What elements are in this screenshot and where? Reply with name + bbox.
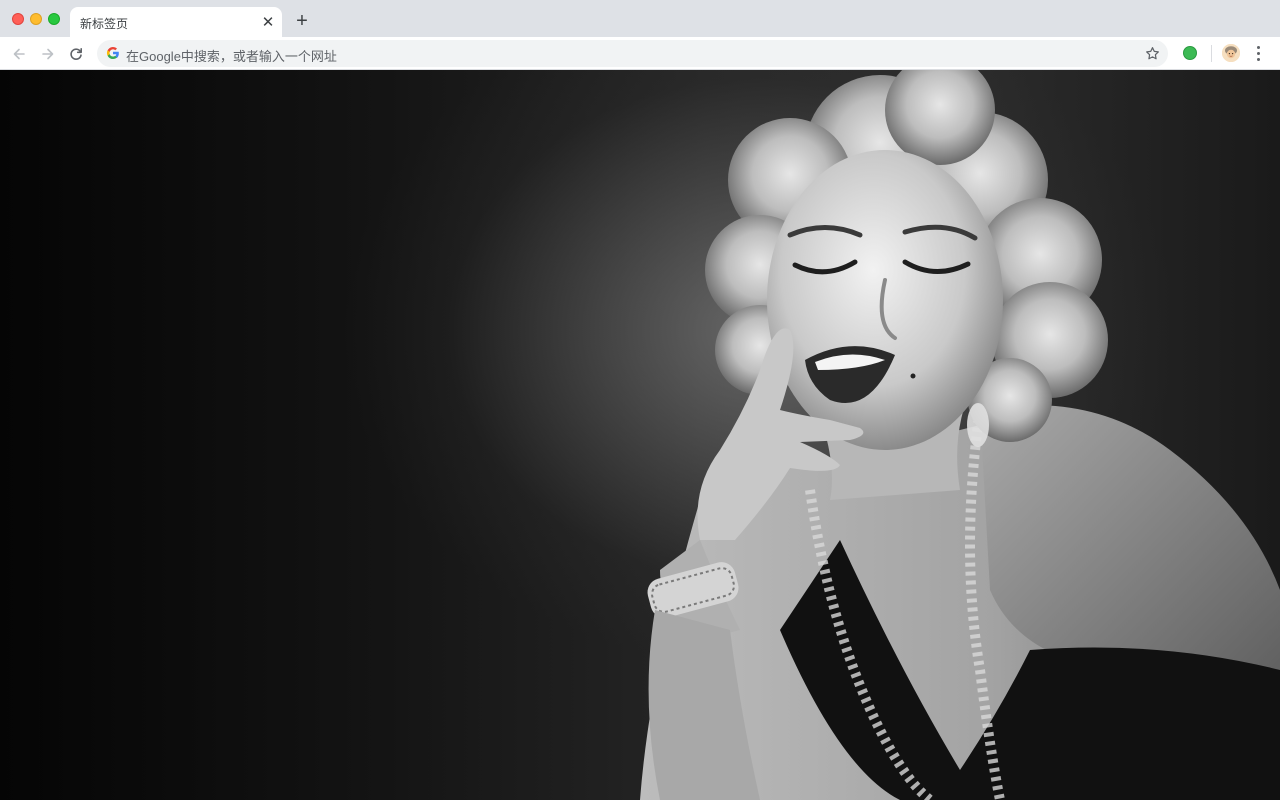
reload-icon[interactable] (65, 43, 87, 65)
toolbar: 在Google中搜索，或者输入一个网址 (0, 37, 1280, 70)
close-icon[interactable]: ✕ (260, 14, 276, 30)
toolbar-divider (1211, 45, 1212, 62)
new-tab-page (0, 70, 1280, 800)
three-dots-icon[interactable] (1252, 44, 1264, 62)
avatar-icon[interactable] (1222, 44, 1240, 62)
arrow-right-icon[interactable] (37, 43, 59, 65)
google-g-icon (106, 46, 120, 60)
tab-strip: 新标签页 ✕ + (0, 0, 1280, 37)
close-window-button[interactable] (12, 13, 24, 25)
green-circle-extension-icon[interactable] (1183, 46, 1197, 60)
plus-icon[interactable]: + (292, 11, 312, 31)
arrow-left-icon[interactable] (8, 43, 30, 65)
maximize-window-button[interactable] (48, 13, 60, 25)
browser-window: 新标签页 ✕ + 在Google中搜索，或者输入一个网址 (0, 0, 1280, 800)
star-icon[interactable] (1144, 45, 1160, 61)
tab-title: 新标签页 (80, 17, 129, 31)
address-bar[interactable]: 在Google中搜索，或者输入一个网址 (97, 40, 1168, 67)
wallpaper-photo (640, 70, 1280, 800)
minimize-window-button[interactable] (30, 13, 42, 25)
tab-new-tab[interactable]: 新标签页 ✕ (70, 7, 282, 37)
omnibox-placeholder: 在Google中搜索，或者输入一个网址 (126, 49, 337, 64)
